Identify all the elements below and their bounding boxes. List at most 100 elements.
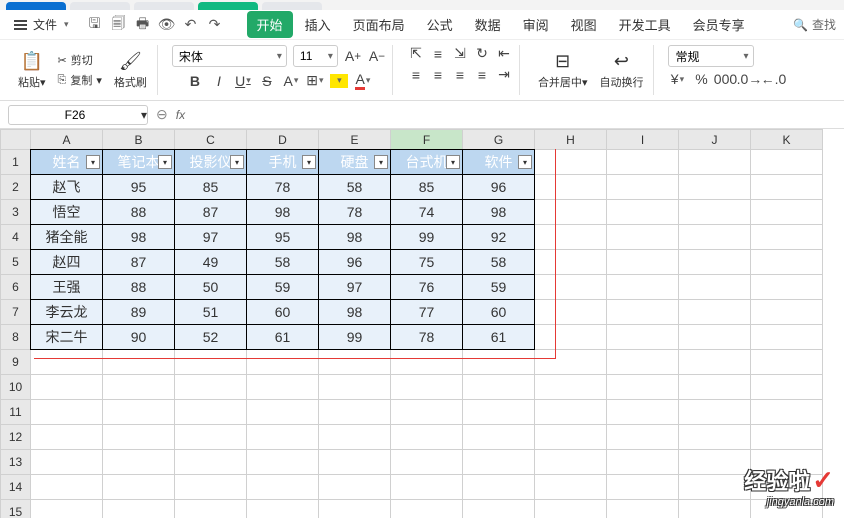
increase-font-icon[interactable]: A+ xyxy=(344,48,362,64)
table-cell[interactable]: 87 xyxy=(175,200,247,225)
window-tab[interactable] xyxy=(6,2,66,10)
row-header[interactable]: 7 xyxy=(1,300,31,325)
wrap-text-button[interactable]: ↩ 自动换行 xyxy=(595,49,647,92)
table-cell[interactable]: 95 xyxy=(247,225,319,250)
filter-button[interactable]: ▾ xyxy=(302,155,316,169)
ribbon-tab-5[interactable]: 审阅 xyxy=(513,11,559,38)
table-cell[interactable]: 宋二牛 xyxy=(31,325,103,350)
format-painter-button[interactable]: 🖌 格式刷 xyxy=(110,49,151,92)
table-cell[interactable]: 78 xyxy=(247,175,319,200)
row-header[interactable]: 2 xyxy=(1,175,31,200)
filter-button[interactable]: ▾ xyxy=(518,155,532,169)
filter-button[interactable]: ▾ xyxy=(86,155,100,169)
ribbon-tab-0[interactable]: 开始 xyxy=(247,11,293,38)
save-icon[interactable]: 🖫 xyxy=(87,17,103,33)
row-header[interactable]: 6 xyxy=(1,275,31,300)
table-cell[interactable]: 59 xyxy=(463,275,535,300)
align-top-icon[interactable]: ⇱ xyxy=(407,45,425,62)
ribbon-tab-3[interactable]: 公式 xyxy=(417,11,463,38)
table-cell[interactable]: 87 xyxy=(103,250,175,275)
file-menu[interactable]: 文件 ▾ xyxy=(8,16,75,33)
ribbon-tab-6[interactable]: 视图 xyxy=(561,11,607,38)
filter-button[interactable]: ▾ xyxy=(230,155,244,169)
table-cell[interactable]: 89 xyxy=(103,300,175,325)
currency-icon[interactable]: ¥▾ xyxy=(668,71,686,87)
table-cell[interactable]: 51 xyxy=(175,300,247,325)
name-box[interactable]: ▾ xyxy=(8,105,148,125)
table-cell[interactable]: 52 xyxy=(175,325,247,350)
row-header[interactable]: 5 xyxy=(1,250,31,275)
table-cell[interactable]: 悟空 xyxy=(31,200,103,225)
ribbon-tab-8[interactable]: 会员专享 xyxy=(683,11,755,38)
increase-indent-icon[interactable]: ⇥ xyxy=(495,66,513,83)
redo-icon[interactable]: ↷ xyxy=(207,17,223,33)
col-header[interactable]: D xyxy=(247,130,319,150)
row-header[interactable]: 15 xyxy=(1,500,31,518)
table-cell[interactable]: 95 xyxy=(103,175,175,200)
ribbon-tab-2[interactable]: 页面布局 xyxy=(343,11,415,38)
table-cell[interactable]: 85 xyxy=(175,175,247,200)
table-cell[interactable]: 74 xyxy=(391,200,463,225)
table-cell[interactable]: 59 xyxy=(247,275,319,300)
font-name-combo[interactable]: ▾ xyxy=(172,45,287,67)
row-header[interactable]: 1 xyxy=(1,150,31,175)
table-cell[interactable]: 98 xyxy=(103,225,175,250)
italic-button[interactable]: I xyxy=(210,73,228,89)
typography-button[interactable]: A▾ xyxy=(282,73,300,89)
col-header[interactable]: C xyxy=(175,130,247,150)
table-cell[interactable]: 96 xyxy=(463,175,535,200)
decrease-font-icon[interactable]: A− xyxy=(368,48,386,64)
table-cell[interactable]: 58 xyxy=(247,250,319,275)
table-cell[interactable]: 78 xyxy=(391,325,463,350)
orientation-icon[interactable]: ↻ xyxy=(473,45,491,62)
spreadsheet-grid[interactable]: ABCDEFGHIJK1234567891011121314151617 姓名▾… xyxy=(0,129,844,518)
window-tab[interactable] xyxy=(198,2,258,10)
copy-button[interactable]: ⎘复制▾ xyxy=(54,71,106,89)
decrease-decimal-icon[interactable]: ←.0 xyxy=(764,71,782,87)
align-middle-icon[interactable]: ≡ xyxy=(429,45,447,62)
table-cell[interactable]: 49 xyxy=(175,250,247,275)
table-cell[interactable]: 85 xyxy=(391,175,463,200)
table-cell[interactable]: 60 xyxy=(247,300,319,325)
col-header[interactable]: K xyxy=(751,130,823,150)
ribbon-tab-4[interactable]: 数据 xyxy=(465,11,511,38)
align-center-icon[interactable]: ≡ xyxy=(429,66,447,83)
table-cell[interactable]: 李云龙 xyxy=(31,300,103,325)
table-cell[interactable]: 99 xyxy=(391,225,463,250)
paste-button[interactable]: 📋 粘贴▾ xyxy=(14,49,50,92)
filter-button[interactable]: ▾ xyxy=(446,155,460,169)
fx-icon[interactable]: fx xyxy=(176,108,185,122)
font-color-button[interactable]: A▾ xyxy=(354,71,372,90)
col-header[interactable]: B xyxy=(103,130,175,150)
filter-button[interactable]: ▾ xyxy=(374,155,388,169)
bold-button[interactable]: B xyxy=(186,73,204,89)
filter-button[interactable]: ▾ xyxy=(158,155,172,169)
row-header[interactable]: 8 xyxy=(1,325,31,350)
table-cell[interactable]: 99 xyxy=(319,325,391,350)
align-right-icon[interactable]: ≡ xyxy=(451,66,469,83)
undo-icon[interactable]: ↶ xyxy=(183,17,199,33)
underline-button[interactable]: U▾ xyxy=(234,73,252,89)
table-cell[interactable]: 58 xyxy=(319,175,391,200)
row-header[interactable]: 14 xyxy=(1,475,31,500)
borders-button[interactable]: ⊞▾ xyxy=(306,72,324,89)
cut-button[interactable]: ✂剪切 xyxy=(54,51,106,69)
print-icon[interactable]: 🖶 xyxy=(135,17,151,33)
col-header[interactable]: G xyxy=(463,130,535,150)
row-header[interactable]: 4 xyxy=(1,225,31,250)
table-cell[interactable]: 76 xyxy=(391,275,463,300)
decrease-indent-icon[interactable]: ⇤ xyxy=(495,45,513,62)
increase-decimal-icon[interactable]: .0→ xyxy=(740,71,758,87)
table-cell[interactable]: 98 xyxy=(319,225,391,250)
fill-color-button[interactable]: ▾ xyxy=(330,74,348,88)
align-bottom-icon[interactable]: ⇲ xyxy=(451,45,469,62)
table-cell[interactable]: 75 xyxy=(391,250,463,275)
table-cell[interactable]: 98 xyxy=(463,200,535,225)
table-cell[interactable]: 97 xyxy=(319,275,391,300)
table-cell[interactable]: 98 xyxy=(247,200,319,225)
window-tab[interactable] xyxy=(262,2,322,10)
search-button[interactable]: 🔍 查找 xyxy=(793,16,836,33)
number-format-combo[interactable]: ▾ xyxy=(668,45,753,67)
font-size-combo[interactable]: ▾ xyxy=(293,45,338,67)
table-cell[interactable]: 97 xyxy=(175,225,247,250)
